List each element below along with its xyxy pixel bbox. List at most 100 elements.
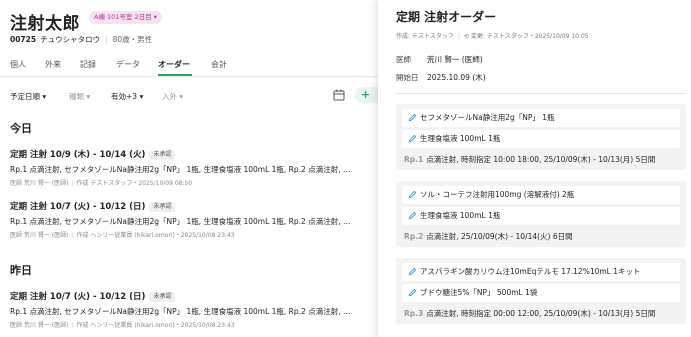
divider: | — [457, 33, 460, 40]
drug-row[interactable]: セフメタゾールNa静注用2g「NP」 1瓶 — [402, 109, 680, 127]
pen-icon — [408, 267, 417, 276]
order-detail: Rp.1 点滴注射, セフメタゾールNa静注用2g「NP」 1瓶, 生理食塩液 … — [10, 165, 351, 174]
rp-text: 点滴注射, 25/10/09(木) - 10/14(火) 6日間 — [426, 232, 573, 241]
patient-age-sex: 80歳・男性 — [112, 35, 153, 44]
tab-personal[interactable]: 個人 — [10, 59, 26, 70]
rp-summary: Rp.1 点滴注射, 時刻指定 10:00 18:00, 25/10/09(木) … — [402, 154, 680, 165]
doctor-value: 荒川 賢一 (医師) — [427, 55, 483, 64]
start-label: 開始日 — [396, 73, 419, 82]
valid-label: 有効+3 — [111, 92, 138, 101]
drug-name: ソル・コーテフ注射用100mg (溶解液付) 2瓶 — [420, 190, 575, 199]
rp-summary: Rp.3 点滴注射, 時刻指定 00:00 12:00, 25/10/09(木) … — [402, 308, 680, 319]
order-title-row: 定期 注射 10/7 (火) - 10/12 (日) 未承認 — [10, 290, 372, 302]
order-item[interactable]: 定期 注射 10/7 (火) - 10/12 (日) 未承認 Rp.1 点滴注射,… — [10, 200, 372, 239]
ward-badge[interactable]: A棟 101号室 2日目 ▾ — [89, 11, 162, 24]
rp-number: Rp.2 — [404, 232, 424, 241]
active-tab-indicator — [158, 74, 192, 76]
tab-outpatient[interactable]: 外来 — [45, 59, 61, 70]
pen-icon — [408, 211, 417, 220]
order-detail: Rp.1 点滴注射, セフメタゾールNa静注用2g「NP」 1瓶, 生理食塩液 … — [10, 217, 351, 226]
order-title: 定期 注射 10/7 (火) - 10/12 (日) — [10, 292, 146, 302]
drug-name: アスパラギン酸カリウム注10mEqテルモ 17.12%10mL 1キット — [420, 267, 641, 276]
patient-id: 00725 — [10, 35, 37, 44]
detail-start-row: 開始日 2025.10.09 (木) — [396, 72, 486, 83]
detail-meta: 作成: テストスタッフ | ⟲ 変更: テストスタッフ・2025/10/09 10:… — [396, 31, 589, 40]
detail-updated: 変更: テストスタッフ・2025/10/09 10:05 — [470, 33, 589, 40]
order-title: 定期 注射 10/9 (木) - 10/14 (火) — [10, 150, 146, 160]
order-detail-pane: 定期 注射オーダー 作成: テストスタッフ | ⟲ 変更: テストスタッフ・2025… — [378, 0, 691, 337]
order-title: 定期 注射 10/7 (火) - 10/12 (日) — [10, 202, 146, 212]
drug-name: セフメタゾールNa静注用2g「NP」 1瓶 — [420, 113, 555, 122]
calendar-icon[interactable] — [333, 89, 345, 101]
section-heading-yesterday: 昨日 — [10, 264, 32, 277]
pen-icon — [408, 288, 417, 297]
status-badge: 未承認 — [149, 202, 176, 212]
order-doctor: 医師 荒川 賢一 (医師) — [10, 180, 69, 187]
tab-data[interactable]: データ — [116, 59, 140, 70]
pen-icon — [408, 134, 417, 143]
order-creator: 作成 ヘンリー従業員 (hikari.omori)・2025/10/08 23:… — [76, 322, 235, 329]
kind-dropdown[interactable]: 種類 ▾ — [69, 91, 90, 102]
add-order-button[interactable]: + — [355, 87, 378, 103]
tab-records[interactable]: 記録 — [80, 59, 96, 70]
chevron-down-icon: ▾ — [139, 92, 144, 101]
sort-dropdown[interactable]: 予定日順 ▾ — [10, 91, 46, 102]
section-heading-today: 今日 — [10, 122, 32, 135]
order-meta: 医師 荒川 賢一 (医師) | 作成 ヘンリー従業員 (hikari.omori)・… — [10, 320, 372, 329]
drug-name: ブドウ糖注5%「NP」 500mL 1袋 — [420, 288, 538, 297]
tab-bar: 個人 外来 記録 データ オーダー 会計 — [0, 54, 378, 77]
order-meta: 医師 荒川 賢一 (医師) | 作成 テストスタッフ・2025/10/09 08:5… — [10, 178, 372, 187]
divider: | — [71, 232, 74, 239]
drug-row[interactable]: 生理食塩液 100mL 1瓶 — [402, 130, 680, 148]
chevron-down-icon: ▾ — [42, 92, 47, 101]
status-badge: 未承認 — [149, 292, 176, 302]
inout-label: 入外 — [162, 92, 177, 101]
order-doctor: 医師 荒川 賢一 (医師) — [10, 232, 69, 239]
order-item[interactable]: 定期 注射 10/9 (木) - 10/14 (火) 未承認 Rp.1 点滴注射,… — [10, 148, 372, 187]
drug-row[interactable]: ソル・コーテフ注射用100mg (溶解液付) 2瓶 — [402, 186, 680, 204]
order-doctor: 医師 荒川 賢一 (医師) — [10, 322, 69, 329]
drug-row[interactable]: アスパラギン酸カリウム注10mEqテルモ 17.12%10mL 1キット — [402, 263, 680, 281]
chevron-down-icon: ▾ — [86, 92, 91, 101]
inout-dropdown[interactable]: 入外 ▾ — [162, 91, 183, 102]
drug-name: 生理食塩液 100mL 1瓶 — [420, 134, 501, 143]
drug-row[interactable]: ブドウ糖注5%「NP」 500mL 1袋 — [402, 284, 680, 302]
filter-bar: 予定日順 ▾ 種類 ▾ 有効+3 ▾ 入外 ▾ + — [0, 86, 378, 108]
order-meta: 医師 荒川 賢一 (医師) | 作成 ヘンリー従業員 (hikari.omori)・… — [10, 230, 372, 239]
start-value: 2025.10.09 (木) — [427, 73, 486, 82]
ward-badge-label: A棟 101号室 2日目 — [94, 13, 152, 21]
drug-row[interactable]: 生理食塩液 100mL 1瓶 — [402, 207, 680, 225]
detail-doctor-row: 医師 荒川 賢一 (医師) — [396, 54, 483, 65]
divider: | — [105, 35, 108, 44]
drug-name: 生理食塩液 100mL 1瓶 — [420, 211, 501, 220]
sort-label: 予定日順 — [10, 92, 40, 101]
divider — [396, 93, 686, 94]
status-badge: 未承認 — [149, 150, 176, 160]
detail-created: 作成: テストスタッフ — [396, 33, 454, 40]
valid-dropdown[interactable]: 有効+3 ▾ — [111, 91, 143, 102]
rp-block: ソル・コーテフ注射用100mg (溶解液付) 2瓶 生理食塩液 100mL 1瓶… — [396, 181, 686, 247]
order-item[interactable]: 定期 注射 10/7 (火) - 10/12 (日) 未承認 Rp.1 点滴注射,… — [10, 290, 372, 329]
tab-orders[interactable]: オーダー — [158, 59, 190, 70]
rp-text: 点滴注射, 時刻指定 00:00 12:00, 25/10/09(木) - 10… — [426, 309, 656, 318]
pen-icon — [408, 190, 417, 199]
order-list-pane: 注射太郎 A棟 101号室 2日目 ▾ 00725 チュウシャタロウ | 80歳・男性… — [0, 0, 378, 337]
patient-name: 注射太郎 — [10, 14, 80, 34]
order-creator: 作成 ヘンリー従業員 (hikari.omori)・2025/10/08 23:… — [76, 232, 235, 239]
order-creator: 作成 テストスタッフ・2025/10/09 08:50 — [76, 180, 193, 187]
kind-label: 種類 — [69, 92, 84, 101]
rp-number: Rp.1 — [404, 155, 424, 164]
detail-title: 定期 注射オーダー — [396, 10, 497, 24]
rp-summary: Rp.2 点滴注射, 25/10/09(木) - 10/14(火) 6日間 — [402, 231, 680, 242]
rp-block: アスパラギン酸カリウム注10mEqテルモ 17.12%10mL 1キット ブドウ… — [396, 258, 686, 324]
order-title-row: 定期 注射 10/9 (木) - 10/14 (火) 未承認 — [10, 148, 372, 160]
rp-number: Rp.3 — [404, 309, 424, 318]
tab-billing[interactable]: 会計 — [211, 59, 227, 70]
doctor-label: 医師 — [396, 55, 411, 64]
chevron-down-icon: ▾ — [179, 92, 184, 101]
rp-block: セフメタゾールNa静注用2g「NP」 1瓶 生理食塩液 100mL 1瓶 Rp.… — [396, 104, 686, 170]
order-detail: Rp.1 点滴注射, セフメタゾールNa静注用2g「NP」 1瓶, 生理食塩液 … — [10, 307, 351, 316]
pen-icon — [408, 113, 417, 122]
patient-id-row: 00725 チュウシャタロウ | 80歳・男性 — [10, 34, 152, 45]
chevron-down-icon: ▾ — [153, 13, 157, 21]
